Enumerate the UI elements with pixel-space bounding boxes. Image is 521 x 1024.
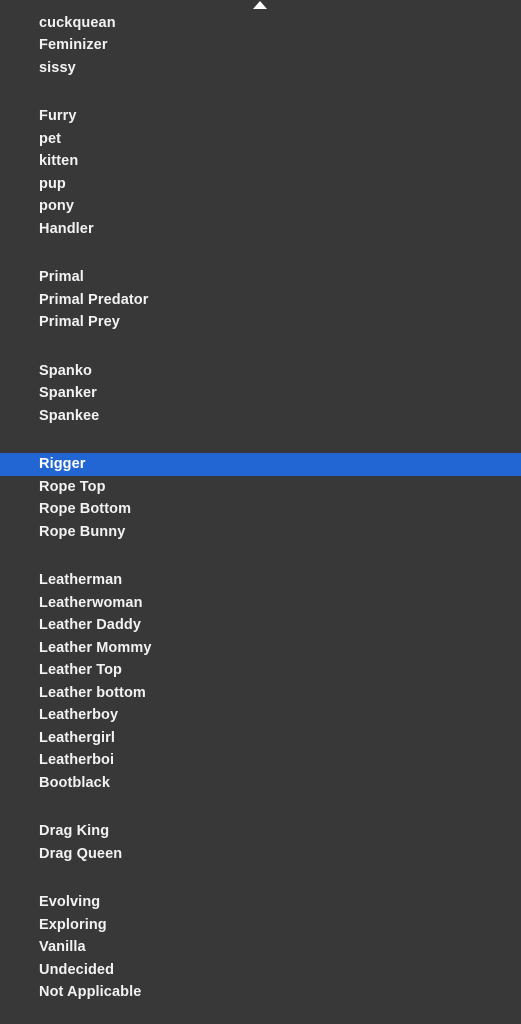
menu-item[interactable]: Rope Top — [0, 476, 521, 499]
menu-item[interactable]: Bootblack — [0, 772, 521, 795]
scroll-up-arrow[interactable] — [0, 0, 521, 11]
menu-group: Spanko Spanker Spankee — [0, 360, 521, 428]
triangle-up-icon — [253, 1, 267, 9]
menu-group: Primal Primal Predator Primal Prey — [0, 266, 521, 334]
menu-item[interactable]: Evolving — [0, 891, 521, 914]
menu-item[interactable]: Leatherboy — [0, 704, 521, 727]
menu-item[interactable]: Leather bottom — [0, 682, 521, 705]
menu-item[interactable]: Leather Mommy — [0, 637, 521, 660]
menu-item[interactable]: Leatherboi — [0, 749, 521, 772]
menu-item[interactable]: Primal — [0, 266, 521, 289]
menu-group: Evolving Exploring Vanilla Undecided Not App… — [0, 891, 521, 1004]
menu-item[interactable]: pony — [0, 195, 521, 218]
menu-item[interactable]: Rope Bunny — [0, 521, 521, 544]
menu-group: Rigger Rope Top Rope Bottom Rope Bunny — [0, 453, 521, 543]
menu-item[interactable]: Vanilla — [0, 936, 521, 959]
menu-item[interactable]: Leatherman — [0, 569, 521, 592]
menu-item[interactable]: Primal Prey — [0, 311, 521, 334]
menu-item[interactable]: Handler — [0, 218, 521, 241]
menu-item[interactable]: Undecided — [0, 959, 521, 982]
menu-item[interactable]: pet — [0, 128, 521, 151]
menu-group: cuckoldcuckqueanFeminizersissy — [0, 0, 521, 79]
menu-item[interactable]: Leather Top — [0, 659, 521, 682]
menu-item[interactable]: Spankee — [0, 405, 521, 428]
menu-item[interactable]: Spanker — [0, 382, 521, 405]
menu-item[interactable]: sissy — [0, 57, 521, 80]
menu-item[interactable]: Rope Bottom — [0, 498, 521, 521]
menu-item[interactable]: kitten — [0, 150, 521, 173]
menu-item[interactable]: Not Applicable — [0, 981, 521, 1004]
menu-item[interactable]: Spanko — [0, 360, 521, 383]
menu-item-list[interactable]: cuckoldcuckqueanFeminizersissy Furrypetki… — [0, 0, 521, 1004]
menu-item[interactable]: Drag King — [0, 820, 521, 843]
menu-item[interactable]: Furry — [0, 105, 521, 128]
menu-item[interactable]: Drag Queen — [0, 843, 521, 866]
menu-group: Drag King Drag Queen — [0, 820, 521, 865]
menu-item[interactable]: Feminizer — [0, 34, 521, 57]
dropdown-menu-popup[interactable]: cuckoldcuckqueanFeminizersissy Furrypetki… — [0, 0, 521, 1024]
menu-group: Leatherman Leatherwoman Leather Daddy Leath… — [0, 569, 521, 794]
menu-item[interactable]: Exploring — [0, 914, 521, 937]
menu-item[interactable]: Leathergirl — [0, 727, 521, 750]
menu-item[interactable]: Primal Predator — [0, 289, 521, 312]
menu-group: Furry pet kitten pup pony Handler — [0, 105, 521, 240]
menu-item[interactable]: pup — [0, 173, 521, 196]
menu-item[interactable]: Leatherwoman — [0, 592, 521, 615]
menu-item[interactable]: cuckquean — [0, 12, 521, 35]
menu-item[interactable]: Leather Daddy — [0, 614, 521, 637]
menu-item-selected[interactable]: Rigger — [0, 453, 521, 476]
